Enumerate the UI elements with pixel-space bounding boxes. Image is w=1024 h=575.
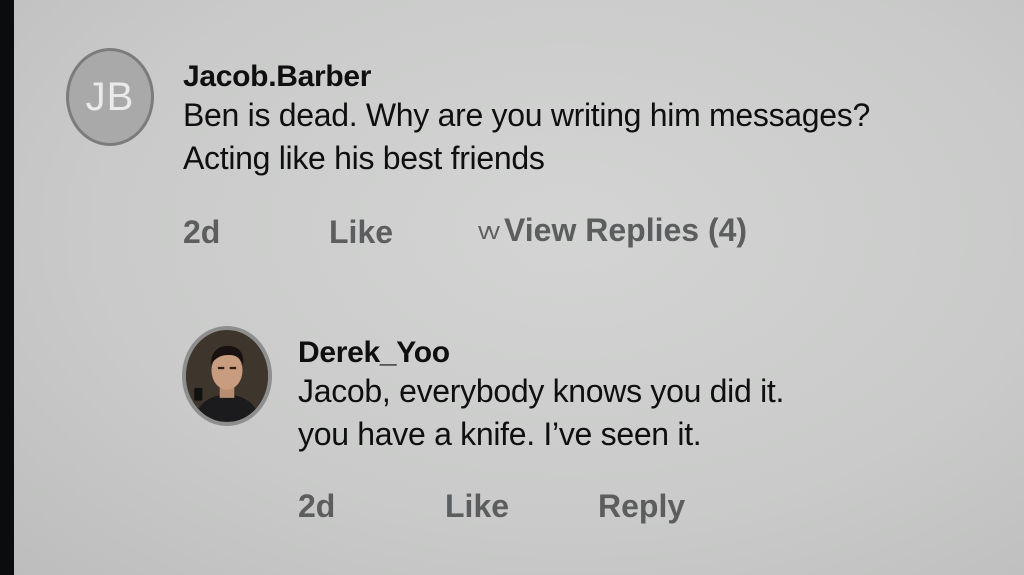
- reply-username[interactable]: Derek_Yoo: [298, 336, 784, 370]
- reply-text-line: you have a knife. I’ve seen it.: [298, 416, 702, 452]
- reply-button[interactable]: Reply: [598, 488, 685, 525]
- comment-text-line: Ben is dead. Why are you writing him mes…: [183, 97, 870, 133]
- comment-text-line: Acting like his best friends: [183, 140, 545, 176]
- comment-username[interactable]: Jacob.Barber: [183, 60, 870, 94]
- avatar[interactable]: [182, 326, 272, 426]
- view-replies-button[interactable]: vv View Replies (4): [478, 212, 747, 249]
- comment-body: Jacob.Barber Ben is dead. Why are you wr…: [183, 60, 870, 180]
- reply-timestamp: 2d: [298, 488, 336, 524]
- like-button[interactable]: Like: [445, 488, 509, 525]
- reply-text-line: Jacob, everybody knows you did it.: [298, 373, 785, 409]
- view-replies-label: View Replies (4): [504, 212, 748, 248]
- comments-screen: JB Jacob.Barber Ben is dead. Why are you…: [14, 0, 1024, 575]
- double-chevron-down-icon: vv: [478, 218, 500, 245]
- like-button[interactable]: Like: [329, 214, 393, 251]
- comment-timestamp: 2d: [183, 214, 221, 250]
- avatar-initials: JB: [85, 74, 135, 119]
- reply-body: Derek_Yoo Jacob, everybody knows you did…: [298, 336, 784, 456]
- user-photo-icon: [186, 330, 268, 422]
- avatar[interactable]: JB: [66, 48, 154, 146]
